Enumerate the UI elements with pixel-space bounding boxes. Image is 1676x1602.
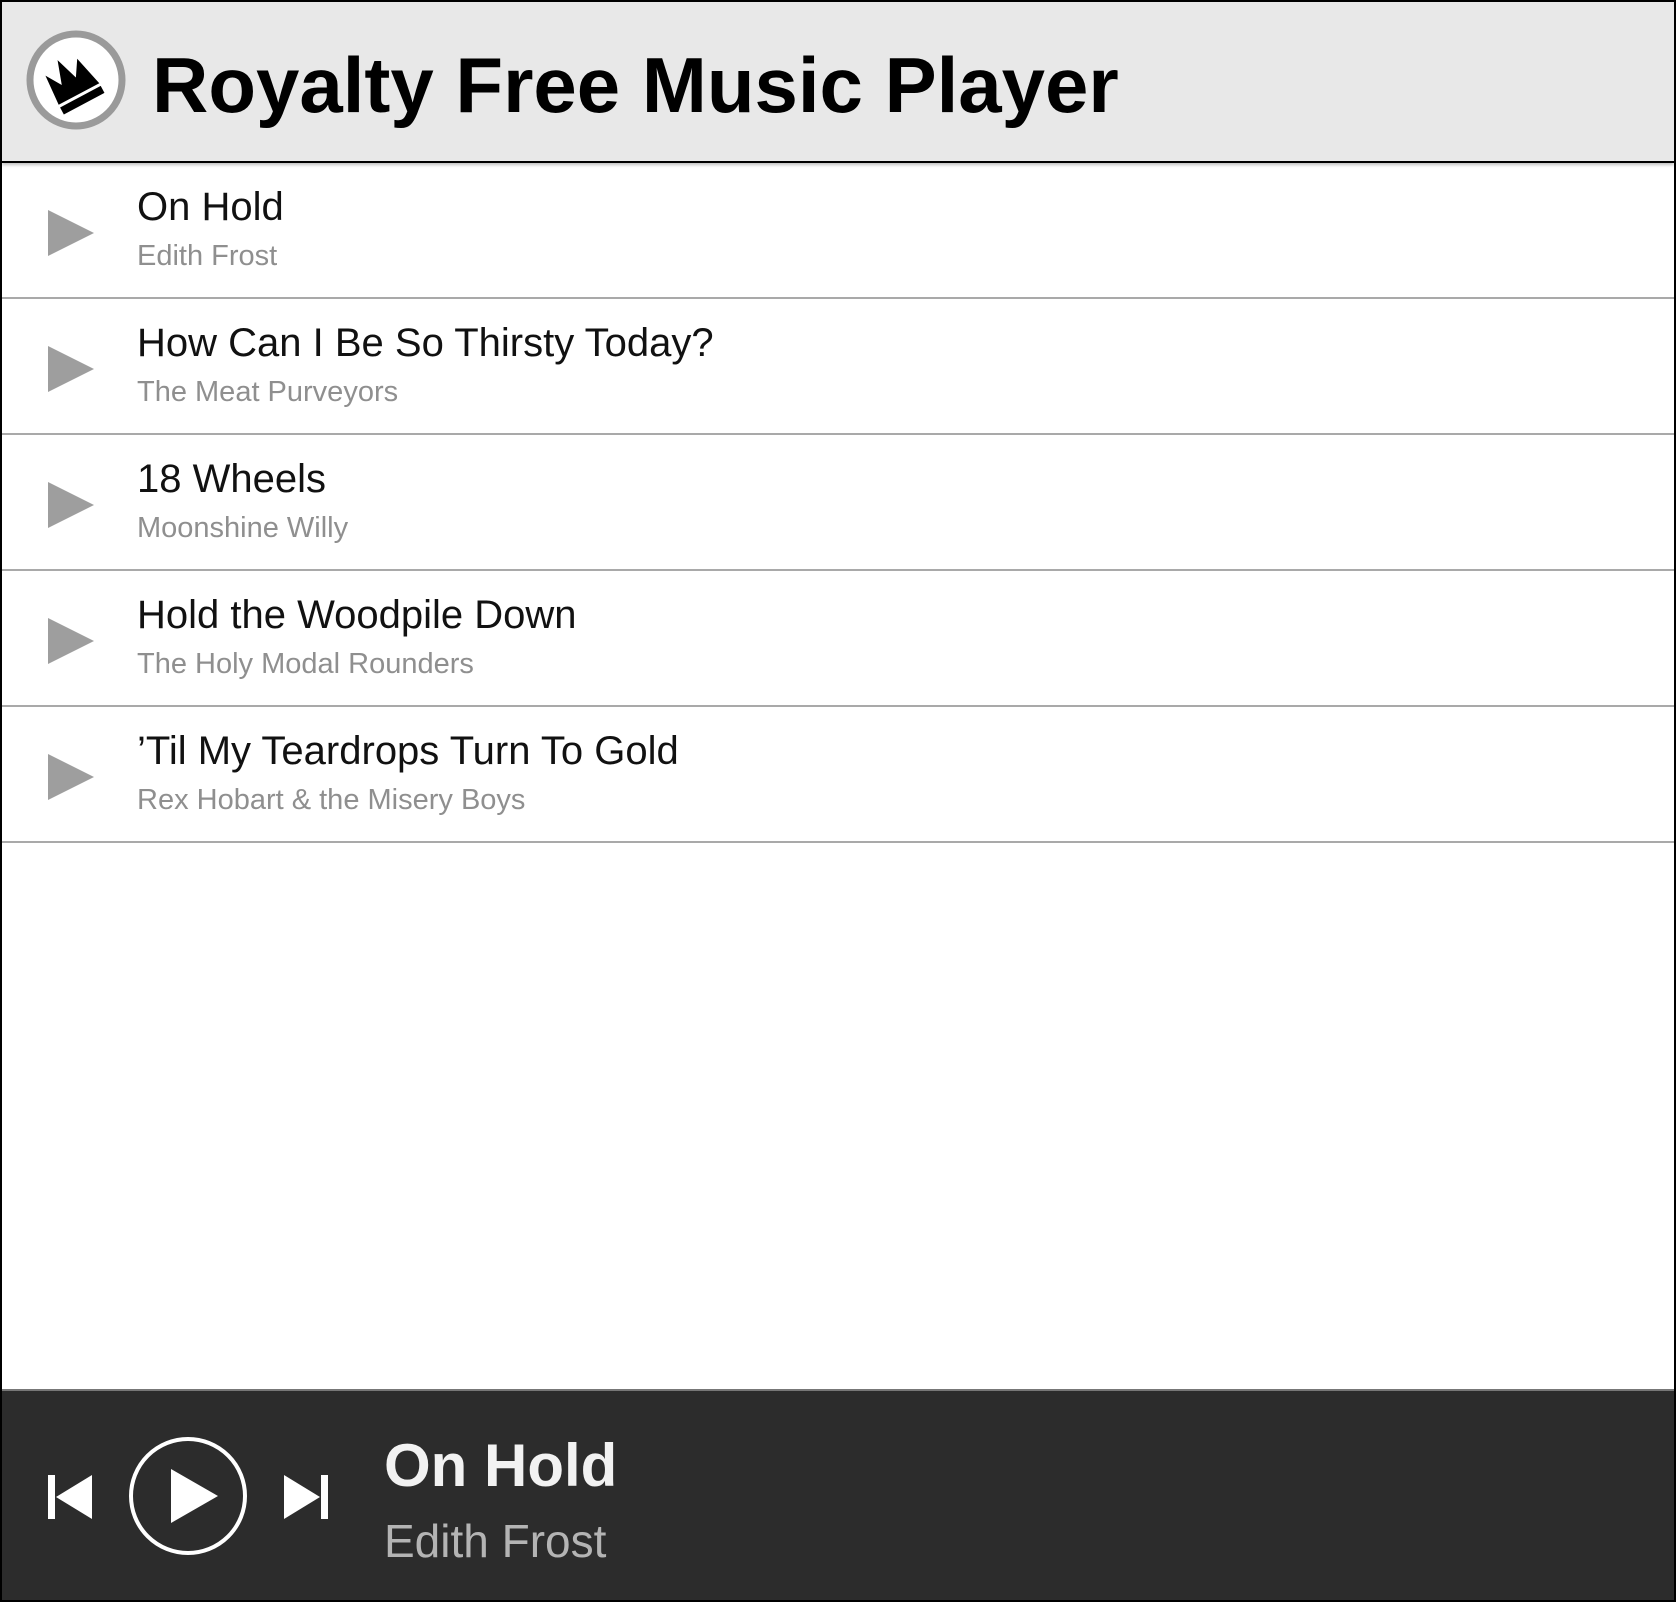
track-artist: The Holy Modal Rounders	[137, 648, 474, 680]
track-item[interactable]: How Can I Be So Thirsty Today? The Meat …	[2, 299, 1674, 435]
play-icon[interactable]	[48, 616, 96, 666]
track-item[interactable]: Hold the Woodpile Down The Holy Modal Ro…	[2, 571, 1674, 707]
app-header: Royalty Free Music Player	[2, 2, 1674, 163]
play-icon[interactable]	[48, 208, 96, 258]
track-item[interactable]: ’Til My Teardrops Turn To Gold Rex Hobar…	[2, 707, 1674, 843]
play-icon[interactable]	[48, 480, 96, 530]
track-artist: Edith Frost	[137, 240, 278, 272]
app-title: Royalty Free Music Player	[152, 41, 1119, 129]
track-title: Hold the Woodpile Down	[137, 593, 577, 637]
skip-next-icon[interactable]	[282, 1471, 330, 1523]
track-list: On Hold Edith Frost How Can I Be So Thir…	[2, 163, 1674, 843]
track-title: 18 Wheels	[137, 457, 326, 501]
skip-previous-icon[interactable]	[46, 1471, 94, 1523]
now-playing-artist: Edith Frost	[384, 1515, 607, 1567]
play-icon[interactable]	[48, 752, 96, 802]
track-artist: The Meat Purveyors	[137, 376, 399, 408]
crown-icon	[26, 30, 126, 130]
track-title: ’Til My Teardrops Turn To Gold	[137, 729, 679, 773]
now-playing-title: On Hold	[384, 1432, 618, 1499]
play-icon[interactable]	[48, 344, 96, 394]
track-artist: Rex Hobart & the Misery Boys	[137, 784, 526, 816]
track-title: How Can I Be So Thirsty Today?	[137, 321, 714, 365]
play-pause-button[interactable]	[127, 1435, 249, 1557]
track-title: On Hold	[137, 185, 284, 229]
now-playing-bar: On Hold Edith Frost	[2, 1389, 1674, 1600]
track-item[interactable]: On Hold Edith Frost	[2, 163, 1674, 299]
track-item[interactable]: 18 Wheels Moonshine Willy	[2, 435, 1674, 571]
music-player-app: Royalty Free Music Player On Hold Edith …	[0, 0, 1676, 1602]
track-artist: Moonshine Willy	[137, 512, 349, 544]
